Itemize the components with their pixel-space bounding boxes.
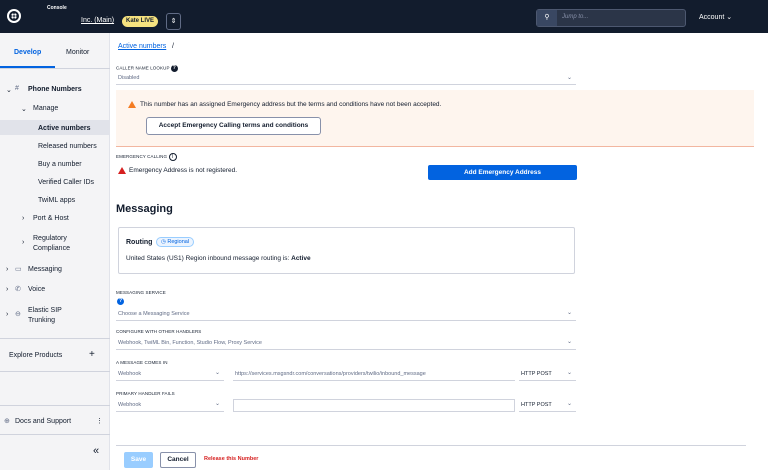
breadcrumb-active-numbers[interactable]: Active numbers <box>118 43 166 50</box>
docs-and-support[interactable]: Docs and Support <box>15 418 71 425</box>
divider <box>0 371 110 372</box>
tab-monitor[interactable]: Monitor <box>66 49 89 56</box>
sidebar-item-regulatory[interactable]: Regulatory <box>33 235 67 242</box>
primary-handler-fails-label: PRIMARY HANDLER FAILS <box>116 391 175 396</box>
sidebar-item-released-numbers[interactable]: Released numbers <box>38 143 97 150</box>
live-badge: Kate LIVE <box>122 16 159 27</box>
search-icon[interactable]: ⚲ <box>537 10 557 26</box>
save-button[interactable]: Save <box>124 452 153 468</box>
chevron-down-icon: ⌄ <box>214 401 220 407</box>
hash-icon: # <box>15 85 19 92</box>
sidebar-item-messaging[interactable]: Messaging <box>28 266 62 273</box>
help-icon[interactable]: ? <box>170 65 178 72</box>
divider <box>0 68 110 69</box>
account-menu[interactable]: Account ⌄ <box>699 13 732 21</box>
twilio-logo-icon[interactable] <box>7 9 21 23</box>
sidebar-item-buy-number[interactable]: Buy a number <box>38 161 82 168</box>
add-emergency-address-button[interactable]: Add Emergency Address <box>428 165 577 180</box>
configure-handlers-select[interactable]: Webhook, TwiML Bin, Function, Studio Flo… <box>116 337 576 350</box>
collapse-sidebar-icon[interactable]: « <box>93 445 99 457</box>
message-comes-in-url-input[interactable]: https://services.msgsndr.com/conversatio… <box>233 368 515 381</box>
messaging-service-label: MESSAGING SERVICE <box>116 290 166 295</box>
console-label: Console <box>47 5 67 11</box>
chevron-down-icon: ⌄ <box>214 370 220 376</box>
main-content: Active numbers / CALLER NAME LOOKUP ? Di… <box>110 33 768 470</box>
caller-name-lookup-label: CALLER NAME LOOKUP ? <box>116 65 178 72</box>
primary-fails-method-select[interactable]: HTTP POST ⌄ <box>519 399 576 412</box>
routing-status: Active <box>291 255 311 262</box>
updown-chevron-icon: ⇕ <box>170 18 177 25</box>
chevron-down-icon: ⌄ <box>566 401 572 407</box>
explore-products[interactable]: Explore Products <box>9 352 62 359</box>
message-comes-in-method-select[interactable]: HTTP POST ⌄ <box>519 368 576 381</box>
primary-fails-type-select[interactable]: Webhook ⌄ <box>116 399 224 412</box>
top-bar: Console Inc. (Main) Kate LIVE ⇕ ⚲ Jump t… <box>0 0 768 33</box>
chevron-down-icon: ⌄ <box>566 339 572 345</box>
tab-develop[interactable]: Develop <box>14 49 41 56</box>
sidebar-item-voice[interactable]: Voice <box>28 286 45 293</box>
plus-icon[interactable]: + <box>89 349 95 360</box>
sidebar-item-port-host[interactable]: Port & Host <box>33 215 69 222</box>
chevron-right-icon[interactable]: › <box>6 311 8 318</box>
breadcrumb-separator: / <box>172 43 174 50</box>
emergency-status: Emergency Address is not registered. <box>129 167 238 174</box>
regional-badge: ◷ Regional <box>156 237 195 247</box>
chevron-right-icon[interactable]: › <box>22 239 24 246</box>
sidebar-item-elastic-sip-line2[interactable]: Trunking <box>28 317 55 324</box>
routing-panel: Routing ◷ Regional United States (US1) R… <box>118 227 575 274</box>
message-comes-in-label: A MESSAGE COMES IN <box>116 360 168 365</box>
search-input[interactable]: Jump to... <box>562 14 588 20</box>
chevron-down-icon: ⌄ <box>566 370 572 376</box>
account-name-link[interactable]: Inc. (Main) <box>81 17 114 24</box>
caller-name-lookup-select[interactable]: Disabled ⌄ <box>116 73 576 85</box>
divider <box>0 434 110 435</box>
sidebar-item-regulatory-line2[interactable]: Compliance <box>33 245 70 252</box>
sidebar-item-twiml-apps[interactable]: TwiML apps <box>38 197 75 204</box>
message-comes-in-type-select[interactable]: Webhook ⌄ <box>116 368 224 381</box>
accept-terms-button[interactable]: Accept Emergency Calling terms and condi… <box>146 117 321 135</box>
messaging-service-select[interactable]: Choose a Messaging Service ⌄ <box>116 308 576 321</box>
sidebar: Develop Monitor ⌄ # Phone Numbers ⌄ Mana… <box>0 33 110 470</box>
routing-status-text: United States (US1) Region inbound messa… <box>126 255 311 262</box>
release-number-link[interactable]: Release this Number <box>204 456 258 462</box>
chat-bubble-icon: ▭ <box>15 266 22 273</box>
sidebar-item-phone-numbers[interactable]: Phone Numbers <box>28 86 82 93</box>
phone-icon: ✆ <box>15 286 21 293</box>
chevron-right-icon[interactable]: › <box>6 266 8 273</box>
account-switch-button[interactable]: ⇕ <box>166 13 181 30</box>
search-box[interactable]: ⚲ Jump to... <box>536 9 686 27</box>
routing-title: Routing <box>126 239 153 246</box>
sidebar-item-manage[interactable]: Manage <box>33 105 58 112</box>
account-name-redacted <box>47 13 79 25</box>
cancel-button[interactable]: Cancel <box>160 452 196 468</box>
chevron-down-icon[interactable]: ⌄ <box>21 105 27 113</box>
chevron-down-icon: ⌄ <box>566 75 572 81</box>
terms-warning-banner: This number has an assigned Emergency ad… <box>116 90 754 147</box>
help-icon[interactable]: ? <box>117 298 124 305</box>
chevron-down-icon: ⌄ <box>726 14 733 21</box>
sidebar-item-elastic-sip[interactable]: Elastic SIP <box>28 307 62 314</box>
emergency-calling-label: EMERGENCY CALLING i <box>116 153 177 161</box>
divider <box>0 338 110 339</box>
globe-icon: ⊕ <box>4 418 10 425</box>
messaging-heading: Messaging <box>116 203 173 215</box>
chevron-down-icon: ⌄ <box>566 310 572 316</box>
configure-handlers-label: CONFIGURE WITH OTHER HANDLERS <box>116 329 202 334</box>
primary-fails-url-input[interactable] <box>233 399 515 412</box>
sidebar-item-active-numbers[interactable]: Active numbers <box>38 125 91 132</box>
sip-icon: ⊖ <box>15 311 21 318</box>
divider <box>0 405 110 406</box>
chevron-right-icon[interactable]: › <box>22 215 24 222</box>
more-vertical-icon[interactable]: ⋮ <box>96 417 103 425</box>
warning-icon <box>128 101 136 108</box>
info-icon[interactable]: i <box>168 153 177 161</box>
sidebar-item-verified-caller-ids[interactable]: Verified Caller IDs <box>38 179 94 186</box>
chevron-down-icon[interactable]: ⌄ <box>6 86 12 94</box>
chevron-right-icon[interactable]: › <box>6 286 8 293</box>
globe-icon: ◷ <box>161 239 166 245</box>
sidebar-tabs: Develop Monitor <box>0 33 110 71</box>
warning-message: This number has an assigned Emergency ad… <box>140 101 442 108</box>
error-warning-icon <box>118 167 126 174</box>
form-footer: Save Cancel Release this Number <box>116 445 746 470</box>
